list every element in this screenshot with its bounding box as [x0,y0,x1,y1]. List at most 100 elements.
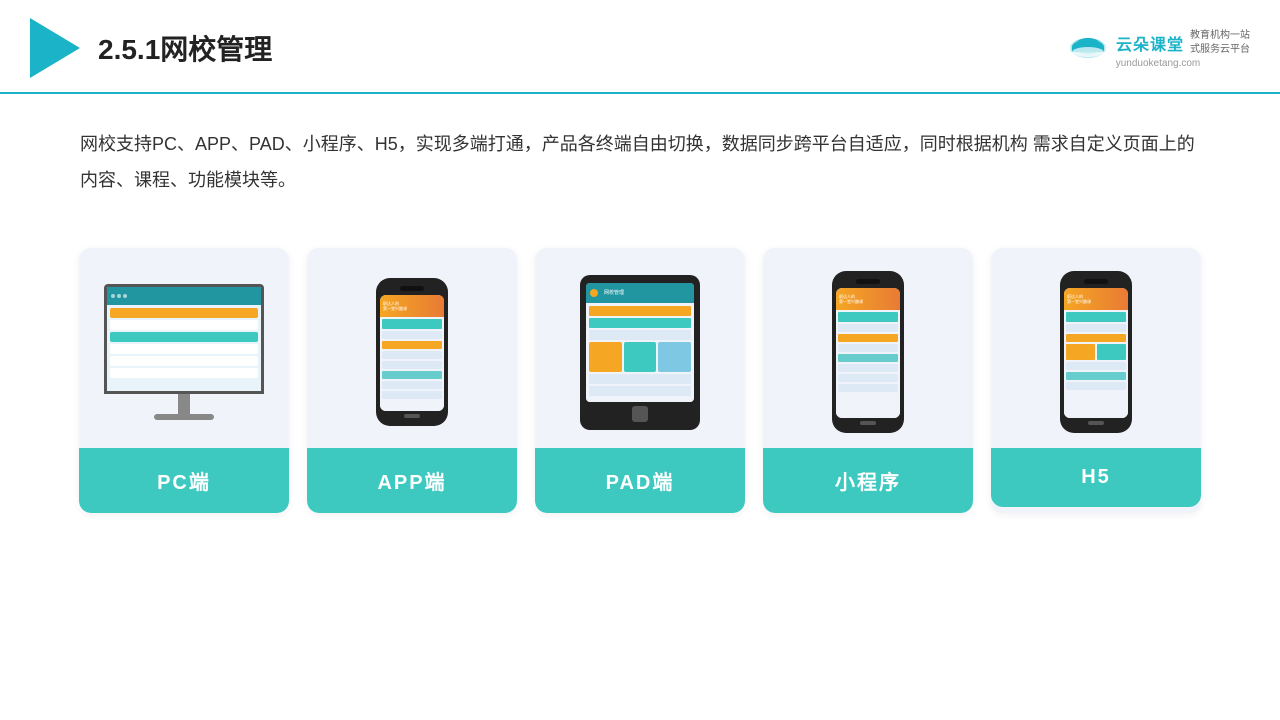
tablet-header-text: 网校管理 [604,289,624,296]
phone-mockup-app: 职达人的第一堂兴趣课 [376,278,448,426]
phone-row [1066,324,1126,332]
brand-url: yunduoketang.com [1116,58,1201,69]
phone-header: 职达人的第一堂兴趣课 [836,288,900,310]
card-pad-label: PAD端 [535,448,745,513]
phone-row [382,361,442,369]
phone-row [838,324,898,332]
phone-row [838,374,898,382]
tablet-dot [590,289,598,297]
description-text: 网校支持PC、APP、PAD、小程序、H5，实现多端打通，产品各终端自由切换，数… [0,94,1280,218]
phone-notch [400,286,424,291]
phone-screen: 职达人的第一堂兴趣课 [380,295,444,411]
card-app-label: APP端 [307,448,517,513]
content-row [110,344,258,354]
phone-row [838,384,898,392]
desktop-content [107,305,261,391]
tablet-header: 网校管理 [586,283,694,303]
desktop-screen [104,284,264,394]
phone-grid [1066,344,1126,360]
tablet-row [589,330,691,340]
phone-row [838,312,898,322]
card-miniapp-image: 职达人的第一堂兴趣课 [763,248,973,448]
tablet-cell [658,342,691,372]
content-row [110,356,258,366]
phone-row [382,391,442,399]
phone-row [382,319,442,329]
tablet-cell [589,342,622,372]
brand-name: 云朵课堂 [1116,31,1184,55]
content-row [110,368,258,378]
tablet-row [589,374,691,384]
card-h5: 职达人的第一堂兴趣课 [991,248,1201,513]
nav-dot [123,294,127,298]
phone-notch [856,279,880,284]
header: 2.5.1网校管理 云朵课堂 教育机构一站 式服务云平台 yunduoketan… [0,0,1280,94]
phone-mockup-miniapp: 职达人的第一堂兴趣课 [832,271,904,433]
phone-row [838,354,898,362]
phone-row [1066,334,1126,342]
tablet-row [589,386,691,396]
header-left: 2.5.1网校管理 [30,18,272,78]
card-h5-image: 职达人的第一堂兴趣课 [991,248,1201,448]
phone-screen: 职达人的第一堂兴趣课 [1064,288,1128,418]
phone-row [382,381,442,389]
phone-home-btn [860,421,876,425]
page-title: 2.5.1网校管理 [98,28,272,68]
cards-container: PC端 职达人的第一堂兴趣课 [0,218,1280,543]
tablet-row [589,318,691,328]
card-h5-label: H5 [991,448,1201,507]
tablet-home-btn [632,406,648,422]
phone-row [838,334,898,342]
cloud-logo-icon [1066,28,1110,58]
phone-row [382,351,442,359]
brand-area: 云朵课堂 教育机构一站 式服务云平台 yunduoketang.com [1066,28,1250,69]
phone-row [382,341,442,349]
phone-row [1066,382,1126,390]
card-pc-image [79,248,289,448]
phone-mockup-h5: 职达人的第一堂兴趣课 [1060,271,1132,433]
card-pc: PC端 [79,248,289,513]
content-row [110,332,258,342]
phone-home-btn [404,414,420,418]
phone-row [1066,362,1126,370]
phone-row [1066,372,1126,380]
card-pad-image: 网校管理 [535,248,745,448]
phone-header: 职达人的第一堂兴趣课 [380,295,444,317]
phone-body [836,310,900,418]
desktop-nav [107,287,261,305]
phone-row [382,331,442,339]
phone-cell [1097,344,1126,360]
phone-cell [1066,344,1095,360]
card-pad: 网校管理 [535,248,745,513]
card-app-image: 职达人的第一堂兴趣课 [307,248,517,448]
phone-row [838,344,898,352]
phone-screen: 职达人的第一堂兴趣课 [836,288,900,418]
desktop-mockup [104,284,264,420]
phone-header-text: 职达人的第一堂兴趣课 [1067,294,1091,304]
card-miniapp-label: 小程序 [763,448,973,513]
phone-row [1066,312,1126,322]
tablet-row [589,306,691,316]
phone-header: 职达人的第一堂兴趣课 [1064,288,1128,310]
card-pc-label: PC端 [79,448,289,513]
content-row [110,320,258,330]
phone-body [380,317,444,411]
nav-dot [117,294,121,298]
phone-home-btn [1088,421,1104,425]
tablet-screen: 网校管理 [586,283,694,402]
desktop-base [154,414,214,420]
card-app: 职达人的第一堂兴趣课 APP端 [307,248,517,513]
tablet-body [586,303,694,402]
card-miniapp: 职达人的第一堂兴趣课 小程序 [763,248,973,513]
content-row [110,308,258,318]
tablet-grid [589,342,691,372]
phone-body [1064,310,1128,418]
brand-logo: 云朵课堂 教育机构一站 式服务云平台 [1066,28,1250,58]
logo-icon [30,18,80,78]
brand-tagline: 教育机构一站 式服务云平台 [1190,29,1250,57]
desktop-stand [178,394,190,414]
phone-row [382,371,442,379]
tablet-cell [624,342,657,372]
nav-dot [111,294,115,298]
phone-notch [1084,279,1108,284]
